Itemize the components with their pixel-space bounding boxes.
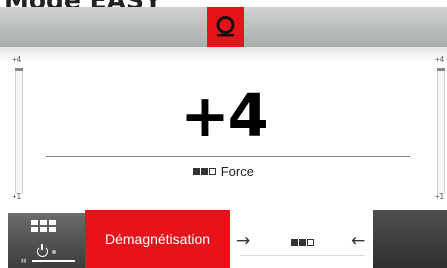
scale-min-label-left: +1 bbox=[12, 192, 22, 201]
power-indicator bbox=[52, 250, 56, 254]
brand-logo bbox=[207, 7, 244, 47]
level-bar-3 bbox=[209, 168, 217, 176]
level-scale-left bbox=[15, 68, 23, 194]
progress-bar bbox=[32, 260, 75, 262]
divider bbox=[46, 156, 410, 157]
scale-min-label-right: +1 bbox=[435, 192, 445, 201]
force-label: Force bbox=[220, 164, 254, 179]
arrow-right-icon[interactable]: → bbox=[236, 231, 250, 251]
menu-tile[interactable]: ▮▮ bbox=[8, 213, 85, 268]
power-icon[interactable] bbox=[37, 244, 48, 257]
arrow-left-icon[interactable]: ← bbox=[351, 231, 365, 251]
demagnetization-button[interactable]: Démagnétisation bbox=[85, 210, 230, 268]
control-level-indicator bbox=[291, 235, 315, 253]
right-tile[interactable] bbox=[373, 210, 447, 268]
level-bar-1 bbox=[193, 168, 201, 176]
strength-value: +4 bbox=[180, 81, 269, 150]
level-bar-2 bbox=[201, 168, 209, 176]
level-scale-right bbox=[437, 68, 445, 194]
mini-level-icon: ▮▮ bbox=[21, 258, 27, 264]
force-indicator: Force bbox=[150, 164, 297, 179]
scale-max-label-left: +4 bbox=[12, 55, 22, 64]
scale-max-label-right: +4 bbox=[435, 55, 445, 64]
brand-logo-icon bbox=[216, 16, 235, 37]
level-control: → ← bbox=[230, 229, 373, 256]
